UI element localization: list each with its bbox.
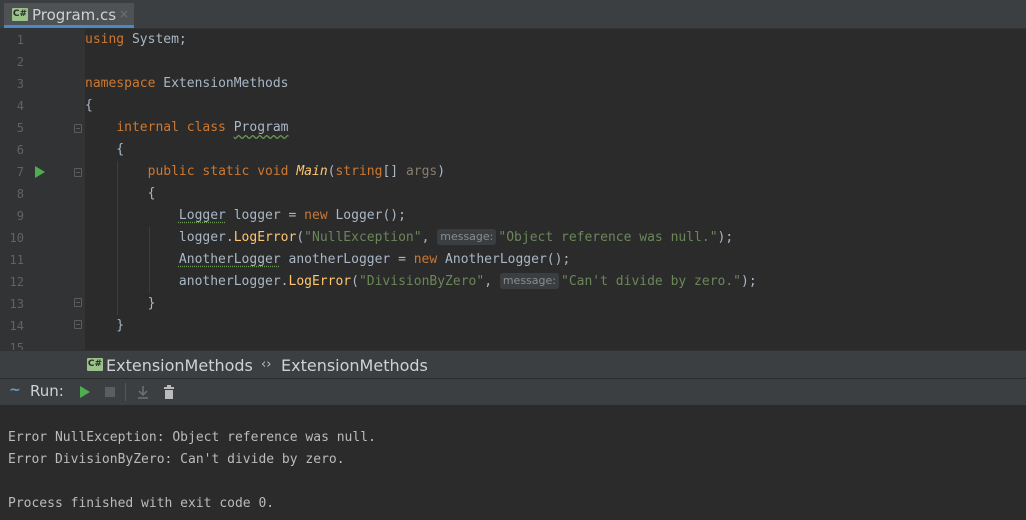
parameter-hint: message: <box>499 273 559 289</box>
trash-icon[interactable] <box>162 384 176 400</box>
editor-tab-bar: C# Program.cs × <box>0 0 1026 29</box>
line-number: 4 <box>16 99 24 113</box>
scroll-to-end-icon[interactable] <box>136 384 150 400</box>
run-panel-label: Run: <box>30 382 64 400</box>
code-line: } <box>85 296 156 311</box>
code-line: logger.LogError("NullException", message… <box>178 229 734 245</box>
line-number: 10 <box>9 231 24 245</box>
fold-marker-icon[interactable] <box>74 124 82 133</box>
line-number: 12 <box>9 275 24 289</box>
code-line: { <box>85 98 93 113</box>
code-line: public static void Main(string[] args) <box>147 164 446 179</box>
breadcrumb-class[interactable]: ExtensionMethods <box>106 356 253 375</box>
code-line: { <box>85 142 125 157</box>
breadcrumb: C# ExtensionMethods ‹› ExtensionMethods <box>0 350 1026 379</box>
fold-marker-icon[interactable] <box>74 168 82 177</box>
code-editor[interactable]: 1 2 3 4 5 6 7 8 9 10 11 12 13 14 15 usin… <box>0 29 1026 350</box>
close-icon[interactable]: × <box>119 7 129 21</box>
code-line: Logger logger = new Logger(); <box>178 208 406 223</box>
run-gutter-icon[interactable] <box>35 166 45 178</box>
rerun-button[interactable] <box>80 386 90 398</box>
code-line: namespace ExtensionMethods <box>85 76 289 91</box>
console-line: Error NullException: Object reference wa… <box>8 430 376 445</box>
code-line: } <box>85 318 125 333</box>
csharp-file-icon: C# <box>12 8 28 21</box>
csharp-class-icon: C# <box>87 358 103 371</box>
line-number: 8 <box>16 187 24 201</box>
line-number: 3 <box>16 77 24 91</box>
tab-program-cs[interactable]: C# Program.cs × <box>4 3 134 28</box>
fold-marker-icon[interactable] <box>74 298 82 307</box>
line-number: 6 <box>16 143 24 157</box>
line-number: 14 <box>9 319 24 333</box>
line-number: 1 <box>16 33 24 47</box>
line-number: 5 <box>16 121 24 135</box>
code-line: anotherLogger.LogError("DivisionByZero",… <box>178 273 757 289</box>
line-number: 15 <box>9 341 24 350</box>
line-number: 11 <box>9 253 24 267</box>
line-number: 13 <box>9 297 24 311</box>
code-line: AnotherLogger anotherLogger = new Anothe… <box>178 252 571 267</box>
console-line: Error DivisionByZero: Can't divide by ze… <box>8 452 345 467</box>
line-number: 9 <box>16 209 24 223</box>
line-number: 7 <box>16 165 24 179</box>
code-line: using System; <box>85 32 187 47</box>
breadcrumb-namespace[interactable]: ExtensionMethods <box>281 356 428 375</box>
line-number: 2 <box>16 55 24 69</box>
console-line: Process finished with exit code 0. <box>8 496 275 511</box>
toolbar-separator <box>125 383 126 401</box>
code-line: internal class Program <box>116 120 289 135</box>
fold-marker-icon[interactable] <box>74 320 82 329</box>
stop-button[interactable] <box>105 387 115 397</box>
run-toolbar: ~ Run: <box>0 378 1026 406</box>
run-console[interactable]: Error NullException: Object reference wa… <box>0 405 1026 520</box>
code-line: { <box>85 186 156 201</box>
run-config-icon: ~ <box>9 382 21 398</box>
tab-title: Program.cs <box>32 6 117 24</box>
parameter-hint: message: <box>437 229 497 245</box>
namespace-icon: ‹› <box>261 357 272 372</box>
editor-gutter: 1 2 3 4 5 6 7 8 9 10 11 12 13 14 15 <box>0 29 85 350</box>
